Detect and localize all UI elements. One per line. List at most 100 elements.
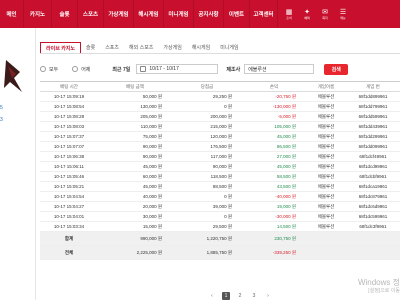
- bet-time: 10-17 15:09:19: [40, 91, 98, 102]
- tab-4[interactable]: 해외 스포츠: [124, 42, 158, 53]
- win-amount: 39,000 원: [172, 201, 242, 212]
- gift-icon[interactable]: ✦ 혜택: [300, 5, 314, 23]
- summary-profit-loss: -339,250 원: [242, 245, 306, 260]
- bet-time: 10-17 15:07:37: [40, 131, 98, 142]
- watermark-line1: Windows 정: [357, 278, 400, 287]
- calendar-icon[interactable]: ▦ 출석: [282, 5, 296, 23]
- nav-icon-group: ▦ 출석 ✦ 혜택 ✉ 쪽지 ☰ 메뉴: [282, 5, 350, 23]
- game-id: 68f1dc6d9961: [346, 201, 400, 212]
- profit-loss: -40,000 원: [242, 191, 306, 202]
- bet-time: 10-17 15:06:11: [40, 161, 98, 172]
- game-name: 에볼루션: [306, 201, 346, 212]
- profit-loss: 27,000 원: [242, 151, 306, 162]
- left-link-1[interactable]: 5: [0, 105, 3, 111]
- summary-row: 전체 2,225,000 원 1,885,750 원 -339,250 원: [40, 245, 400, 260]
- left-link-2[interactable]: 3: [0, 117, 3, 123]
- watermark-line2: [설정]으로 이동: [368, 288, 400, 294]
- nav-item-1[interactable]: 메인: [0, 0, 24, 28]
- table-row[interactable]: 10-17 15:08:28 205,000 원 200,000 원 -5,000 원…: [40, 111, 400, 122]
- menu-icon[interactable]: ☰ 메뉴: [336, 5, 350, 23]
- tab-1[interactable]: 라이브 카지노: [40, 42, 81, 53]
- top-navigation: 메인 카지노 슬롯 스포츠 가상게임 해시게임 미니게임 공지사항 이벤트 고객센터 ▦ 출석 ✦ 혜택 ✉…: [0, 0, 400, 28]
- table-row[interactable]: 10-17 15:07:07 90,000 원 176,500 원 86,500 원에…: [40, 141, 400, 152]
- bet-amount: 15,000 원: [98, 221, 172, 232]
- win-amount: 0 원: [172, 211, 242, 222]
- table-row[interactable]: 10-17 15:07:37 75,000 원 120,000 원 45,000 원에…: [40, 131, 400, 142]
- bet-amount: 40,000 원: [98, 191, 172, 202]
- table-row[interactable]: 10-17 15:09:19 50,000 원 29,250 원 -20,750 원에…: [40, 91, 400, 102]
- search-button[interactable]: 검색: [324, 63, 349, 75]
- bet-amount: 130,000 원: [98, 101, 172, 112]
- win-amount: 0 원: [172, 191, 242, 202]
- win-amount: 176,500 원: [172, 141, 242, 152]
- nav-item-8[interactable]: 공지사항: [194, 0, 224, 28]
- game-name: 에볼루션: [306, 161, 346, 172]
- profit-loss: 43,500 원: [242, 181, 306, 192]
- table-row[interactable]: 10-17 15:06:38 90,000 원 117,000 원 27,000 원에…: [40, 151, 400, 162]
- profit-loss: 14,500 원: [242, 221, 306, 232]
- table-row[interactable]: 10-17 15:06:11 45,000 원 90,000 원 45,000 원 에볼…: [40, 161, 400, 172]
- filter-bar: 모두 어제 최근 7일 10/17 - 10/17 제조사 에볼루션 검색: [40, 60, 400, 78]
- message-icon[interactable]: ✉ 쪽지: [318, 5, 332, 23]
- radio-all[interactable]: 모두: [40, 66, 58, 73]
- page-3[interactable]: 3: [250, 292, 258, 300]
- table-row[interactable]: 10-17 15:05:46 60,000 원 118,500 원 58,500 원에…: [40, 171, 400, 182]
- bet-time: 10-17 15:06:38: [40, 151, 98, 162]
- game-name: 에볼루션: [306, 221, 346, 232]
- table-header-row: 배팅 시간 배팅 금액 당첨금 손익 게임이름 게임 번: [40, 81, 400, 92]
- bet-time: 10-17 15:04:01: [40, 211, 98, 222]
- nav-item-10[interactable]: 고객센터: [250, 0, 278, 28]
- column-header-2: 배팅 금액: [98, 81, 172, 92]
- bet-time: 10-17 15:05:46: [40, 171, 98, 182]
- page-current[interactable]: 1: [222, 292, 230, 300]
- radio-yesterday[interactable]: 어제: [72, 66, 90, 73]
- game-name: 에볼루션: [306, 191, 346, 202]
- win-amount: 117,000 원: [172, 151, 242, 162]
- radio-dot-icon: [40, 66, 46, 72]
- page-2[interactable]: 2: [236, 292, 244, 300]
- table-row[interactable]: 10-17 15:03:34 15,000 원 29,500 원 14,500 원 에볼…: [40, 221, 400, 232]
- table-row[interactable]: 10-17 15:05:21 45,000 원 88,500 원 43,500 원 에볼…: [40, 181, 400, 192]
- brand-logo-icon: [4, 60, 22, 92]
- table-row[interactable]: 10-17 15:08:03 110,000 원 215,000 원 105,000 …: [40, 121, 400, 132]
- prev-page-icon[interactable]: ‹: [208, 292, 216, 300]
- tab-6[interactable]: 해시게임: [187, 42, 215, 53]
- nav-item-7[interactable]: 미니게임: [164, 0, 194, 28]
- game-name: 에볼루션: [306, 151, 346, 162]
- betting-table: 배팅 시간 배팅 금액 당첨금 손익 게임이름 게임 번 10-17 15:09:19 50…: [40, 81, 400, 260]
- column-header-4: 손익: [242, 81, 306, 92]
- next-page-icon[interactable]: ›: [264, 292, 272, 300]
- game-name: 에볼루션: [306, 211, 346, 222]
- summary-profit-loss: 230,750 원: [242, 231, 306, 246]
- nav-item-3[interactable]: 슬롯: [52, 0, 78, 28]
- game-provider-input[interactable]: 에볼루션: [244, 64, 315, 74]
- tab-2[interactable]: 슬롯: [81, 42, 100, 53]
- bet-time: 10-17 15:08:03: [40, 121, 98, 132]
- date-range-picker[interactable]: 10/17 - 10/17: [136, 64, 219, 74]
- profit-loss: 86,500 원: [242, 141, 306, 152]
- nav-item-2[interactable]: 카지노: [24, 0, 52, 28]
- nav-item-9[interactable]: 이벤트: [224, 0, 250, 28]
- nav-item-6[interactable]: 해시게임: [134, 0, 164, 28]
- bet-time: 10-17 15:03:34: [40, 221, 98, 232]
- table-row[interactable]: 10-17 15:08:54 130,000 원0 원 -130,000 원 에볼루션…: [40, 101, 400, 112]
- tab-5[interactable]: 가상게임: [158, 42, 186, 53]
- game-name: 에볼루션: [306, 131, 346, 142]
- calendar-icon: [140, 66, 147, 72]
- bet-amount: 45,000 원: [98, 181, 172, 192]
- summary-label: 전체: [40, 245, 98, 260]
- win-amount: 215,000 원: [172, 121, 242, 132]
- bet-time: 10-17 15:04:54: [40, 191, 98, 202]
- tab-3[interactable]: 스포츠: [100, 42, 124, 53]
- game-id: 68f1dc3f9961: [346, 221, 400, 232]
- table-row[interactable]: 10-17 15:04:01 30,000 원0 원 -30,000 원 에볼루션 68…: [40, 211, 400, 222]
- radio-dot-icon: [72, 66, 79, 72]
- tab-7[interactable]: 미니게임: [215, 42, 243, 53]
- game-id: 68f1dd899961: [346, 91, 400, 102]
- bet-amount: 45,000 원: [98, 161, 172, 172]
- table-row[interactable]: 10-17 15:04:27 20,000 원 39,000 원 19,000 원 에볼…: [40, 201, 400, 212]
- nav-item-5[interactable]: 가상게임: [104, 0, 134, 28]
- nav-item-4[interactable]: 스포츠: [78, 0, 104, 28]
- win-amount: 90,000 원: [172, 161, 242, 172]
- table-row[interactable]: 10-17 15:04:54 40,000 원0 원 -40,000 원 에볼루션 68…: [40, 191, 400, 202]
